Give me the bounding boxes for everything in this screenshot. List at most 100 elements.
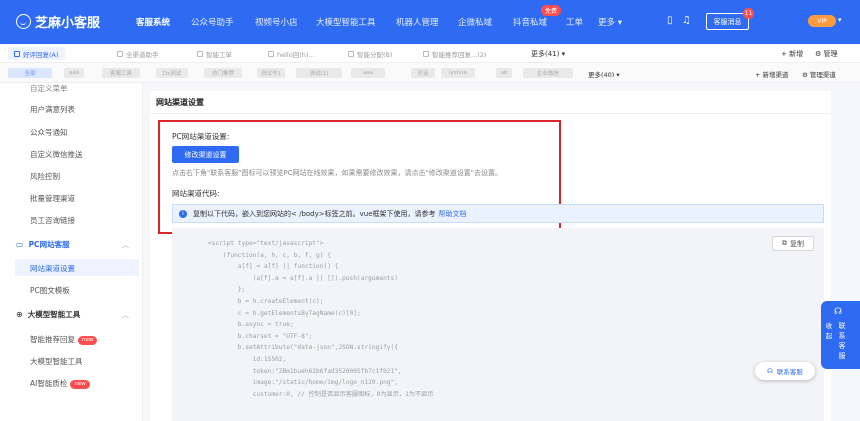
group-chip[interactable]: 对话 <box>411 68 435 78</box>
sidebar-item-ai-qc[interactable]: AI智能质检 new <box>30 378 90 389</box>
user-avatar[interactable]: VIP <box>808 15 836 27</box>
chevron-up-icon[interactable]: ︿ <box>122 310 129 320</box>
nav-item-more[interactable]: 更多 ▾ <box>598 16 622 28</box>
nav-item-robot[interactable]: 机器人管理 <box>396 16 439 28</box>
group-tabbar: 全部 aaa 客服工具 Dx测试 热门推荐 测试号1 测试(1) aaa 对话 … <box>0 63 860 83</box>
embed-code[interactable]: <script type="text/javascript"> (functio… <box>208 238 434 400</box>
tab-channel-4[interactable]: hello回(h)... <box>268 47 315 60</box>
sidebar-item-llm-tool[interactable]: 大模型智能工具 <box>30 356 83 367</box>
main-content: 网站渠道设置 PC网站渠道设置: 修改渠道设置 点击右下角"联系客服"图标可以预… <box>143 83 860 421</box>
sidebar-item-satisfaction[interactable]: 用户满意列表 <box>30 104 75 115</box>
group-chip[interactable]: 企业微信 <box>523 68 573 78</box>
sidebar-item-site-channel[interactable]: 网站渠道设置 <box>30 263 75 274</box>
monitor-icon: ▭ <box>16 240 24 249</box>
more-label: 更多(41) <box>531 50 560 58</box>
sidebar: 自定义菜单 用户满意列表 公众号通知 自定义微信推送 风险控制 批量管理渠道 员… <box>0 83 143 421</box>
manage-label: 管理 <box>823 50 838 58</box>
group-chip[interactable]: 测试号1 <box>257 68 285 78</box>
copy-button[interactable]: ⧉ 复制 <box>772 236 814 251</box>
group-chip[interactable]: 全部 <box>8 68 52 78</box>
sidebar-item-staff-link[interactable]: 员工咨询链接 <box>30 215 75 226</box>
alert-text: 复制以下代码，嵌入到您网站的< /body>标签之前。vue框架下使用，请参考 <box>193 209 436 218</box>
channel-icon <box>268 50 274 57</box>
tabs1-more-dropdown[interactable]: 更多(41) ▾ <box>531 49 565 59</box>
modify-channel-button[interactable]: 修改渠道设置 <box>172 146 239 163</box>
brand-name: 芝麻小客服 <box>35 16 101 31</box>
manage-channel-button[interactable]: ⚙ 管理渠道 <box>802 69 836 79</box>
help-doc-link[interactable]: 帮助文档 <box>439 209 467 219</box>
settings-panel: 网站渠道设置 PC网站渠道设置: 修改渠道设置 点击右下角"联系客服"图标可以预… <box>150 91 831 421</box>
channel-icon <box>14 50 20 57</box>
add-channel-button[interactable]: + 新增渠道 <box>755 69 789 79</box>
contact-label: 联系客服 <box>838 322 846 360</box>
info-icon: i <box>179 209 187 218</box>
nav-item-sph[interactable]: 视频号小店 <box>255 16 298 28</box>
headset-icon: ☊ <box>834 307 842 317</box>
tab-channel-2[interactable]: 全渠道助手 <box>117 47 159 60</box>
sidebar-group-pc[interactable]: ▭ PC网站客服 <box>16 239 70 250</box>
new-badge: new <box>70 379 90 389</box>
floating-contact-tab[interactable]: ☊ 收起 联系客服 <box>821 301 860 369</box>
top-navbar: 芝麻小客服 客服系统 公众号助手 视频号小店 大模型智能工具 机器人管理 企微私… <box>0 0 860 44</box>
tab-label: 智能分配(B) <box>357 50 393 59</box>
group-chip[interactable]: ab <box>496 68 512 78</box>
tabs2-more-dropdown[interactable]: 更多(40) ▾ <box>588 69 620 79</box>
chevron-down-icon[interactable]: ▾ <box>838 16 842 24</box>
tab-channel-1[interactable]: 好评回复(A) <box>8 47 65 60</box>
mobile-icon[interactable]: ▯ <box>667 15 673 26</box>
contact-service-button[interactable]: ☊ 联系客服 <box>755 362 815 380</box>
copy-icon: ⧉ <box>782 239 787 247</box>
bell-icon[interactable]: ♫ <box>682 15 691 26</box>
group-chip[interactable]: aaa <box>351 68 385 78</box>
code-block[interactable]: <script type="text/javascript"> (functio… <box>172 228 824 421</box>
sidebar-group-ai[interactable]: ⊕ 大模型智能工具 <box>16 309 80 320</box>
collapse-label[interactable]: 收起 <box>825 321 833 341</box>
nav-item-ticket[interactable]: 工单 <box>566 16 583 28</box>
sidebar-item-pc-template[interactable]: PC图文模板 <box>30 285 70 296</box>
sidebar-item-wechat-push[interactable]: 自定义微信推送 <box>30 149 83 160</box>
nav-item-kefu[interactable]: 客服系统 <box>136 16 170 28</box>
channel-icon <box>423 50 429 57</box>
tab-label: 智能工单 <box>206 50 232 59</box>
tab-channel-6[interactable]: 智能推荐回复...(2) <box>423 47 486 60</box>
channel-icon <box>117 50 123 57</box>
sidebar-item-smart-reply[interactable]: 智能推荐回复 new <box>30 334 98 345</box>
chevron-up-icon[interactable]: ︿ <box>122 240 129 250</box>
item-label: AI智能质检 <box>30 379 68 388</box>
item-label: 智能推荐回复 <box>30 335 75 344</box>
channel-tabbar: 好评回复(A) 全渠道助手 智能工单 hello回(h)... 智能分配(B) … <box>0 44 860 63</box>
tab-channel-5[interactable]: 智能分配(B) <box>348 47 393 60</box>
channel-icon <box>197 50 203 57</box>
group-label: 大模型智能工具 <box>27 310 81 319</box>
more-label: 更多(40) <box>588 71 615 79</box>
tabs1-manage-button[interactable]: ⚙ 管理 <box>815 49 838 59</box>
group-label: PC网站客服 <box>28 240 70 249</box>
tabs1-add-button[interactable]: + 新增 <box>781 49 803 59</box>
tab-channel-3[interactable]: 智能工单 <box>197 47 232 60</box>
headset-icon: ☊ <box>767 367 773 375</box>
tab-label: 全渠道助手 <box>126 50 159 59</box>
nav-item-wecom[interactable]: 企微私域 <box>458 16 492 28</box>
tab-label: 好评回复(A) <box>23 50 59 59</box>
smile-logo-icon <box>16 14 31 29</box>
sidebar-item-gzh-notice[interactable]: 公众号通知 <box>30 127 68 138</box>
copy-label: 复制 <box>790 239 804 248</box>
code-label: 网站渠道代码: <box>172 189 220 198</box>
nav-item-gzh[interactable]: 公众号助手 <box>191 16 234 28</box>
nav-item-llm-tools[interactable]: 大模型智能工具 <box>316 16 376 28</box>
group-chip[interactable]: Dx测试 <box>156 68 188 78</box>
nav-item-douyin[interactable]: 抖音私域 <box>513 16 547 28</box>
group-chip[interactable]: lyshua <box>441 68 475 78</box>
pc-settings-label: PC网站渠道设置: <box>172 132 230 141</box>
group-chip[interactable]: 热门推荐 <box>204 68 242 78</box>
sidebar-item-custom-menu[interactable]: 自定义菜单 <box>30 83 68 94</box>
contact-label: 联系客服 <box>776 368 803 376</box>
free-badge: 免费 <box>541 5 562 16</box>
group-chip[interactable]: aaa <box>64 68 84 78</box>
sidebar-item-batch[interactable]: 批量管理渠道 <box>30 193 75 204</box>
divider <box>150 113 831 114</box>
sidebar-item-risk[interactable]: 风险控制 <box>30 171 60 182</box>
group-chip[interactable]: 测试(1) <box>296 68 342 78</box>
brand-logo[interactable]: 芝麻小客服 <box>16 12 100 31</box>
group-chip[interactable]: 客服工具 <box>102 68 140 78</box>
